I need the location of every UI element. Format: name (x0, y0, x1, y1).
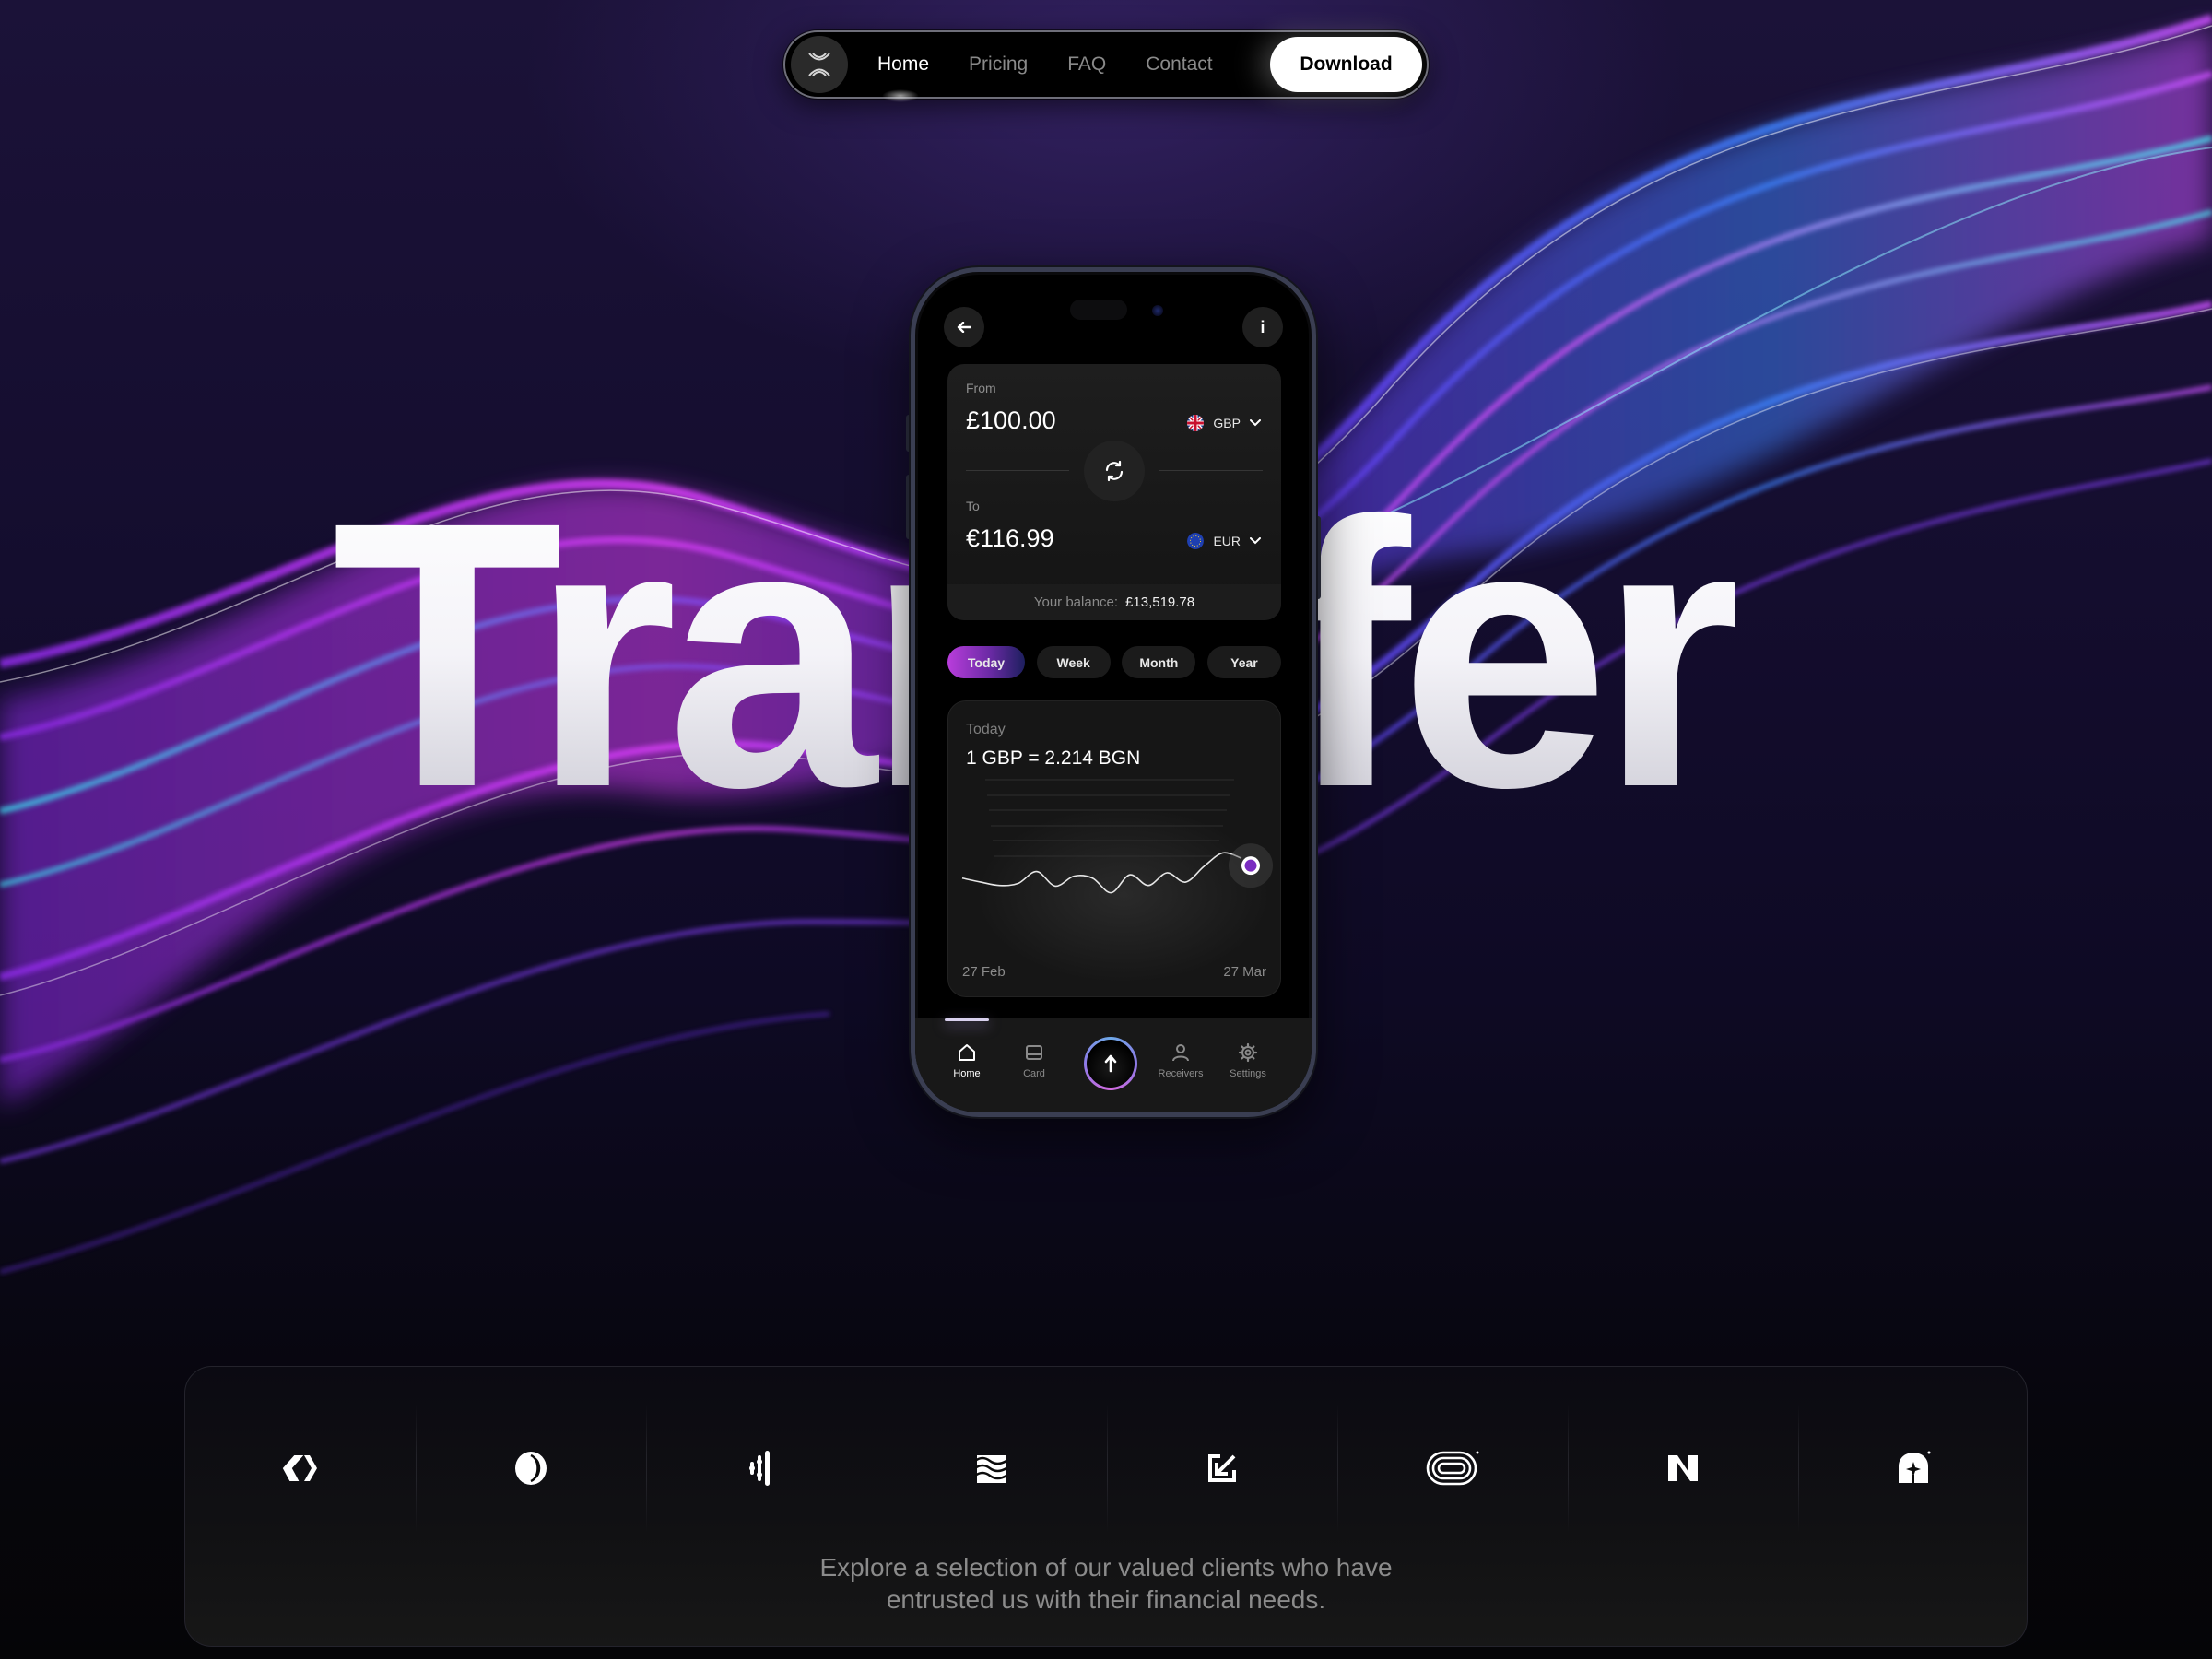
chevron-down-icon (1250, 419, 1261, 427)
info-button[interactable]: i (1242, 307, 1283, 347)
x-arcs-logo-icon (808, 53, 830, 76)
star-house-logo-icon (1899, 1451, 1931, 1483)
chart-start-date: 27 Feb (962, 964, 1006, 980)
client-logos-row (185, 1404, 2029, 1533)
balance-label: Your balance: (1033, 594, 1119, 610)
divider (1159, 470, 1263, 471)
tab-year[interactable]: Year (1206, 646, 1281, 678)
front-camera (1152, 305, 1163, 316)
swap-currencies-button[interactable] (1084, 441, 1145, 501)
nav-links: Home Pricing FAQ Contact (877, 53, 1253, 76)
exchange-rate-value: 1 GBP = 2.214 BGN (966, 747, 1141, 769)
exchange-rate-card: Today 1 GBP = 2.214 BGN 27 Feb 27 Mar (947, 700, 1281, 997)
n-letter-logo-icon (1668, 1455, 1698, 1481)
download-button[interactable]: Download (1270, 37, 1422, 92)
nav-link-home[interactable]: Home (877, 53, 929, 76)
tab-today[interactable]: Today (947, 646, 1025, 678)
rate-series-line (961, 852, 1242, 894)
period-tabs: Today Week Month Year (947, 646, 1281, 678)
send-transfer-button[interactable] (1084, 1037, 1137, 1090)
tabbar-label: Settings (1230, 1068, 1266, 1079)
back-button[interactable] (944, 307, 984, 347)
rate-line-chart (961, 779, 1273, 894)
tabbar-card[interactable]: Card (1002, 1042, 1066, 1079)
nav-link-contact[interactable]: Contact (1146, 53, 1212, 76)
arrow-up-icon (1104, 1054, 1117, 1073)
balance-row: Your balance: £13,519.78 (947, 584, 1281, 620)
client-logo-cell (1107, 1404, 1337, 1533)
to-currency-code: EUR (1213, 534, 1241, 548)
client-logo-cell (646, 1404, 877, 1533)
nav-link-faq[interactable]: FAQ (1067, 53, 1106, 76)
home-icon (959, 1044, 975, 1061)
card-icon (1026, 1045, 1042, 1060)
clients-panel: Explore a selection of our valued client… (184, 1366, 2028, 1647)
clients-description: Explore a selection of our valued client… (185, 1551, 2027, 1616)
bottom-tab-bar: Home Card Receivers Settings (915, 1018, 1312, 1112)
client-logo-cell (877, 1404, 1107, 1533)
tabbar-label: Home (953, 1068, 981, 1079)
tabbar-settings[interactable]: Settings (1216, 1042, 1280, 1079)
tabbar-receivers[interactable]: Receivers (1148, 1042, 1213, 1079)
current-point-marker (1244, 859, 1257, 872)
phone-mockup: i From £100.00 GBP To €116.99 EUR Your b… (911, 267, 1316, 1117)
client-logo-cell (185, 1404, 416, 1533)
dotted-strands-logo-icon (749, 1451, 770, 1486)
tabbar-home[interactable]: Home (935, 1042, 999, 1079)
divider (966, 470, 1069, 471)
currency-converter-card: From £100.00 GBP To €116.99 EUR Your bal… (947, 364, 1281, 620)
tab-week[interactable]: Week (1036, 646, 1111, 678)
from-currency-select[interactable]: GBP (1187, 415, 1261, 431)
waves-square-logo-icon (974, 1455, 1007, 1483)
tabbar-label: Receivers (1158, 1068, 1204, 1079)
crescent-circle-logo-icon (515, 1452, 547, 1485)
balance-value: £13,519.78 (1125, 594, 1195, 610)
concentric-rounds-logo-icon (1426, 1451, 1479, 1486)
from-currency-code: GBP (1213, 416, 1241, 430)
nav-link-pricing[interactable]: Pricing (969, 53, 1028, 76)
chart-period-label: Today (966, 722, 1006, 737)
client-logo-cell (1337, 1404, 1568, 1533)
user-icon (1172, 1044, 1189, 1062)
gear-icon (1238, 1042, 1258, 1063)
info-icon: i (1260, 317, 1265, 336)
client-logo-cell (1568, 1404, 1798, 1533)
tab-month[interactable]: Month (1122, 646, 1196, 678)
tabbar-label: Card (1023, 1068, 1045, 1079)
eu-flag-icon (1187, 533, 1205, 549)
clients-description-line: entrusted us with their financial needs. (886, 1585, 1326, 1614)
chevron-down-icon (1250, 537, 1261, 545)
client-logo-cell (416, 1404, 646, 1533)
from-label: From (966, 381, 996, 395)
active-tab-indicator (945, 1018, 989, 1021)
refresh-icon (1105, 460, 1124, 482)
clients-description-line: Explore a selection of our valued client… (819, 1553, 1393, 1582)
to-label: To (966, 499, 980, 513)
dynamic-island (1070, 300, 1127, 320)
to-currency-select[interactable]: EUR (1187, 533, 1261, 549)
chart-end-date: 27 Mar (1223, 964, 1266, 980)
uk-flag-icon (1187, 415, 1205, 431)
to-amount-field[interactable]: €116.99 (966, 524, 1054, 553)
arrow-box-logo-icon (1208, 1454, 1236, 1482)
client-logo-cell (1798, 1404, 2029, 1533)
active-link-glow (882, 89, 919, 102)
chevron-diamond-logo-icon (282, 1455, 317, 1481)
arrow-left-icon (957, 322, 971, 333)
top-nav: Home Pricing FAQ Contact Download (783, 30, 1429, 102)
brand-logo-button[interactable] (791, 36, 848, 93)
from-amount-input[interactable]: £100.00 (966, 406, 1056, 435)
